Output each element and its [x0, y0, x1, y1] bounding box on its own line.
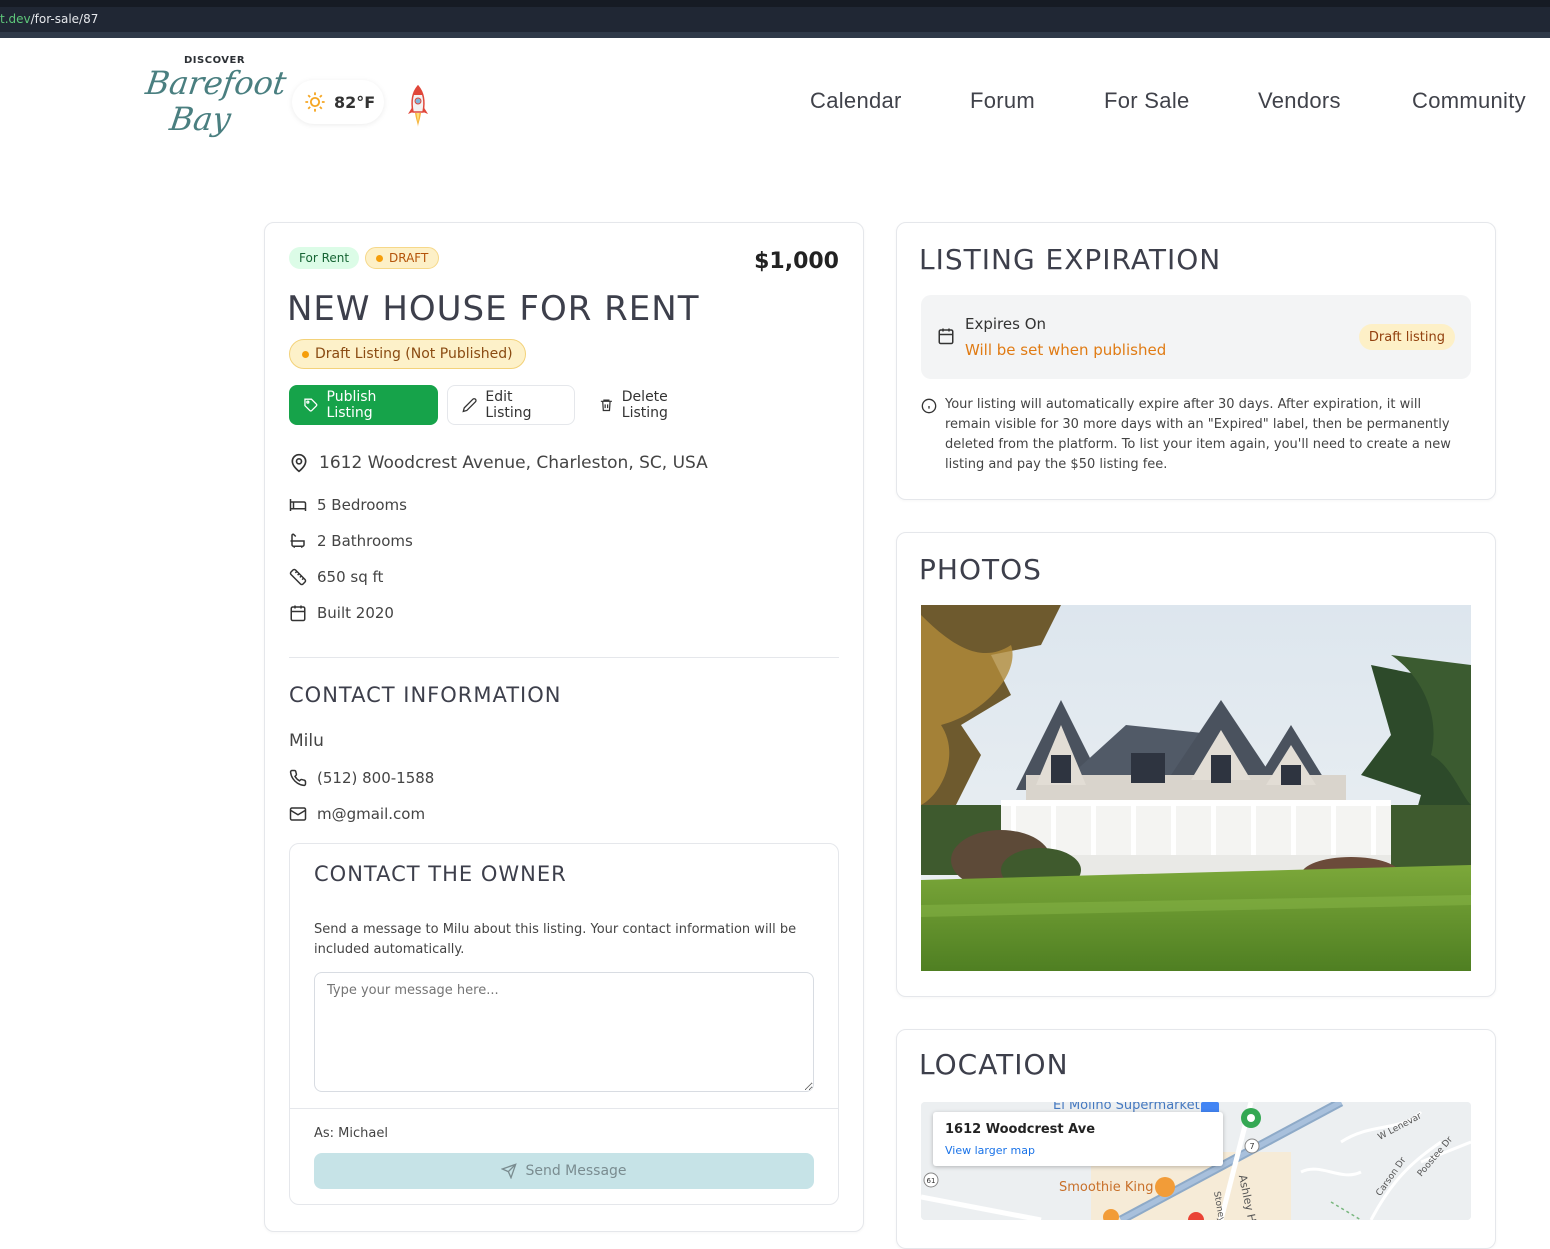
photos-title: PHOTOS [919, 553, 1042, 586]
contact-owner-title: CONTACT THE OWNER [314, 862, 567, 886]
publish-label: Publish Listing [326, 389, 377, 421]
site-logo[interactable]: DISCOVER Barefoot Bay [140, 52, 288, 144]
nav-community[interactable]: Community [1412, 88, 1526, 114]
status-dot [376, 254, 383, 262]
pencil-icon [462, 398, 477, 413]
weather-widget[interactable]: 82°F [292, 80, 384, 124]
built-text: Built 2020 [317, 604, 394, 622]
phone-text: (512) 800-1588 [317, 769, 435, 787]
sender-label: As: Michael [314, 1126, 388, 1141]
svg-text:7: 7 [1249, 1142, 1254, 1151]
status-badge-label: DRAFT [389, 251, 429, 265]
edit-label: Edit Listing [485, 389, 532, 421]
logo-bay: Bay [167, 100, 234, 138]
email-text: m@gmail.com [317, 805, 426, 823]
draft-banner-label: Draft Listing (Not Published) [315, 346, 513, 362]
size-text: 650 sq ft [317, 568, 384, 586]
listing-price: $1,000 [754, 249, 839, 274]
calendar-icon [290, 605, 306, 622]
location-card: LOCATION 7 61 El Molino Supermarket Smoo… [896, 1029, 1496, 1249]
bathrooms-row: 2 Bathrooms [289, 532, 413, 550]
view-larger-map-link[interactable]: View larger map [945, 1144, 1035, 1157]
photos-card: PHOTOS [896, 532, 1496, 997]
location-map[interactable]: 7 61 El Molino Supermarket Smoothie King… [921, 1102, 1471, 1220]
url-bar-divider [0, 32, 1550, 38]
contact-phone[interactable]: (512) 800-1588 [289, 769, 434, 787]
expiration-card: LISTING EXPIRATION Expires On Will be se… [896, 222, 1496, 500]
listing-title: NEW HOUSE FOR RENT [287, 289, 700, 329]
form-footer-divider [290, 1108, 838, 1109]
bathrooms-text: 2 Bathrooms [317, 532, 413, 550]
map-label-smoothie-king: Smoothie King [1059, 1180, 1154, 1195]
nav-for-sale[interactable]: For Sale [1104, 88, 1190, 114]
status-badge: DRAFT [365, 247, 440, 269]
tab-strip [0, 0, 1550, 7]
draft-banner: Draft Listing (Not Published) [289, 339, 526, 369]
ruler-icon [289, 568, 307, 586]
expires-on-value: Will be set when published [965, 341, 1167, 359]
contact-owner-card: CONTACT THE OWNER Send a message to Milu… [289, 843, 839, 1205]
expiration-box: Expires On Will be set when published Dr… [921, 295, 1471, 379]
expiration-title: LISTING EXPIRATION [919, 243, 1222, 276]
listing-address: 1612 Woodcrest Avenue, Charleston, SC, U… [289, 453, 708, 473]
map-info-card: 1612 Woodcrest Ave View larger map [933, 1112, 1223, 1166]
url-host: t.dev [0, 12, 31, 26]
calendar-icon [938, 328, 954, 345]
mail-icon [289, 807, 307, 821]
url-text[interactable]: t.dev/for-sale/87 [0, 12, 98, 26]
tag-icon [304, 398, 318, 412]
contact-owner-description: Send a message to Milu about this listin… [314, 922, 797, 957]
house-photo[interactable] [921, 605, 1471, 971]
rocket-icon[interactable] [404, 84, 432, 132]
draft-listing-badge: Draft listing [1358, 324, 1455, 350]
expires-on-label: Expires On [965, 315, 1047, 333]
contact-name-text: Milu [289, 731, 324, 751]
weather-temp: 82°F [334, 92, 376, 112]
draft-dot [302, 350, 309, 358]
map-place-name: 1612 Woodcrest Ave [945, 1122, 1096, 1137]
sun-icon [305, 92, 325, 112]
listing-card: For Rent DRAFT $1,000 NEW HOUSE FOR RENT… [264, 222, 864, 1232]
phone-icon [289, 769, 307, 787]
send-label: Send Message [525, 1163, 627, 1179]
address-text: 1612 Woodcrest Avenue, Charleston, SC, U… [319, 453, 708, 473]
publish-listing-button[interactable]: Publish Listing [289, 385, 438, 425]
contact-name: Milu [289, 731, 324, 751]
size-row: 650 sq ft [289, 568, 383, 586]
edit-listing-button[interactable]: Edit Listing [447, 385, 575, 425]
map-pin-icon [291, 453, 307, 473]
type-badge: For Rent [289, 247, 360, 269]
bed-icon [289, 499, 307, 511]
info-icon [921, 398, 937, 414]
trash-icon [600, 399, 612, 412]
nav-calendar[interactable]: Calendar [810, 88, 902, 114]
delete-listing-button[interactable]: Delete Listing [585, 385, 725, 425]
bedrooms-text: 5 Bedrooms [317, 496, 407, 514]
message-input[interactable] [314, 972, 814, 1092]
send-message-button[interactable]: Send Message [314, 1153, 814, 1189]
section-divider [289, 657, 839, 658]
bedrooms-row: 5 Bedrooms [289, 496, 407, 514]
svg-text:61: 61 [927, 1177, 936, 1185]
contact-email[interactable]: m@gmail.com [289, 805, 425, 823]
bath-icon [290, 533, 305, 548]
url-path: /for-sale/87 [30, 12, 99, 26]
send-icon [501, 1163, 518, 1179]
contact-info-title: CONTACT INFORMATION [289, 683, 562, 707]
browser-url-bar: t.dev/for-sale/87 [0, 0, 1550, 38]
logo-barefoot: Barefoot [143, 64, 289, 102]
location-title: LOCATION [919, 1048, 1069, 1081]
nav-vendors[interactable]: Vendors [1258, 88, 1341, 114]
expiration-note: Your listing will automatically expire a… [945, 397, 1451, 472]
nav-forum[interactable]: Forum [970, 88, 1035, 114]
built-row: Built 2020 [289, 604, 394, 622]
delete-label: Delete Listing [621, 389, 668, 421]
